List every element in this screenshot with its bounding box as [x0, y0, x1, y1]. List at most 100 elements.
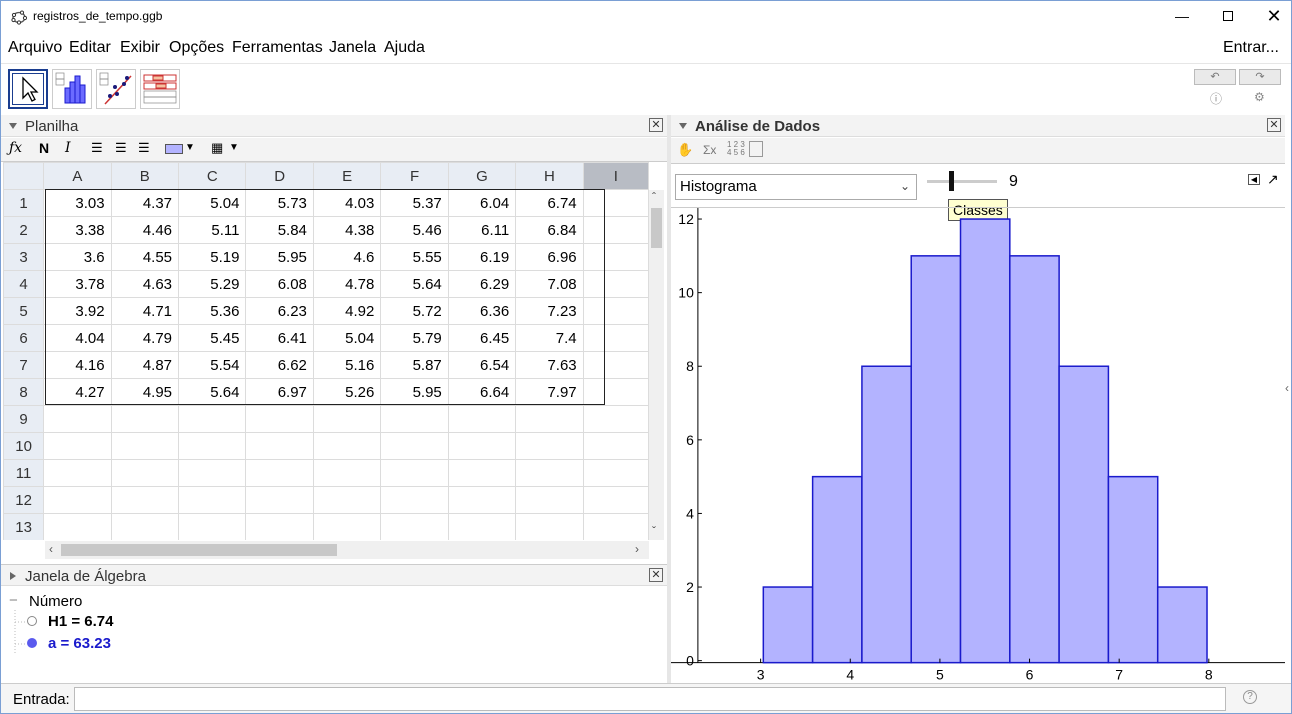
spreadsheet-cell[interactable]	[582, 189, 649, 217]
row-header[interactable]: 1	[3, 189, 45, 217]
row-header[interactable]: 5	[3, 297, 45, 325]
data-source-icon[interactable]: ✋	[677, 142, 693, 158]
spreadsheet-cell[interactable]: 5.36	[178, 297, 247, 325]
row-header[interactable]: 6	[3, 324, 45, 352]
spreadsheet-cell[interactable]	[43, 486, 112, 514]
spreadsheet-cell[interactable]: 6.74	[515, 189, 584, 217]
spreadsheet-cell[interactable]	[245, 513, 314, 540]
spreadsheet-cell[interactable]: 3.38	[43, 216, 112, 244]
scroll-up-icon[interactable]: ˆ	[652, 190, 656, 204]
spreadsheet-cell[interactable]	[515, 513, 584, 540]
vertical-scrollbar[interactable]: ˆ ˇ	[649, 190, 664, 540]
spreadsheet-cell[interactable]: 6.11	[447, 216, 517, 244]
side-panel-arrow-icon[interactable]: ‹	[1285, 381, 1289, 395]
spreadsheet-cell[interactable]: 5.29	[178, 270, 247, 298]
scroll-right-icon[interactable]: ›	[635, 542, 639, 556]
spreadsheet-cell[interactable]: 5.37	[380, 189, 449, 217]
spreadsheet-cell[interactable]	[380, 432, 449, 460]
menu-exibir[interactable]: Exibir	[120, 39, 160, 57]
spreadsheet-cell[interactable]: 6.36	[447, 297, 517, 325]
algebra-item-a[interactable]: a = 63.23	[48, 635, 111, 652]
spreadsheet-cell[interactable]: 4.71	[110, 297, 180, 325]
spreadsheet-cell[interactable]: 4.37	[110, 189, 180, 217]
column-header[interactable]: H	[515, 162, 584, 190]
menu-editar[interactable]: Editar	[69, 39, 111, 57]
spreadsheet-cell[interactable]: 5.64	[380, 270, 449, 298]
align-right-icon[interactable]: ☰	[138, 140, 150, 156]
spreadsheet-cell[interactable]	[178, 486, 247, 514]
spreadsheet-cell[interactable]: 5.84	[245, 216, 314, 244]
classes-slider-handle[interactable]	[949, 171, 954, 191]
row-header[interactable]: 2	[3, 216, 45, 244]
spreadsheet-cell[interactable]: 7.63	[515, 351, 584, 379]
spreadsheet-cell[interactable]: 7.97	[515, 378, 584, 406]
spreadsheet-cell[interactable]: 5.16	[312, 351, 382, 379]
close-button[interactable]: ✕	[1251, 1, 1292, 31]
spreadsheet-cell[interactable]	[110, 405, 180, 433]
statistics-sigma-icon[interactable]: Σx	[703, 143, 716, 157]
spreadsheet-cell[interactable]	[380, 459, 449, 487]
column-header[interactable]: F	[380, 162, 449, 190]
spreadsheet-cell[interactable]: 5.95	[245, 243, 314, 271]
border-icon[interactable]: ▦	[211, 140, 223, 156]
row-header[interactable]: 11	[3, 459, 45, 487]
expand-triangle-icon[interactable]	[10, 572, 16, 580]
row-header[interactable]: 13	[3, 513, 45, 540]
spreadsheet-cell[interactable]	[312, 459, 382, 487]
spreadsheet-cell[interactable]: 7.4	[515, 324, 584, 352]
spreadsheet-cell[interactable]	[582, 297, 649, 325]
corner-cell[interactable]	[3, 162, 45, 190]
spreadsheet-cell[interactable]: 5.79	[380, 324, 449, 352]
multi-variable-analysis-tool[interactable]	[140, 69, 180, 109]
spreadsheet-cell[interactable]: 5.04	[312, 324, 382, 352]
spreadsheet-cell[interactable]	[447, 405, 517, 433]
spreadsheet-cell[interactable]	[110, 486, 180, 514]
menu-opcoes[interactable]: Opções	[169, 39, 224, 57]
spreadsheet-cell[interactable]	[245, 486, 314, 514]
spreadsheet-cell[interactable]: 5.95	[380, 378, 449, 406]
sign-in-link[interactable]: Entrar...	[1223, 39, 1279, 57]
spreadsheet-cell[interactable]: 5.46	[380, 216, 449, 244]
spreadsheet-cell[interactable]: 4.46	[110, 216, 180, 244]
input-field[interactable]	[74, 687, 1226, 711]
spreadsheet-cell[interactable]: 5.19	[178, 243, 247, 271]
spreadsheet-cell[interactable]	[582, 513, 649, 540]
row-header[interactable]: 7	[3, 351, 45, 379]
spreadsheet-cell[interactable]	[43, 513, 112, 540]
close-algebra-button[interactable]: ✕	[649, 568, 663, 582]
algebra-item-h1[interactable]: H1 = 6.74	[48, 613, 113, 630]
close-analysis-button[interactable]: ✕	[1267, 118, 1281, 132]
spreadsheet-cell[interactable]: 6.97	[245, 378, 314, 406]
spreadsheet-cell[interactable]: 6.45	[447, 324, 517, 352]
spreadsheet-cell[interactable]	[178, 459, 247, 487]
classes-slider-track[interactable]	[927, 180, 997, 183]
gear-icon[interactable]: ⚙	[1254, 90, 1265, 104]
spreadsheet-cell[interactable]: 6.08	[245, 270, 314, 298]
chart-type-select[interactable]: Histograma ⌄	[675, 174, 917, 200]
menu-arquivo[interactable]: Arquivo	[8, 39, 62, 57]
scrollbar-thumb[interactable]	[61, 544, 337, 556]
column-header[interactable]: C	[178, 162, 247, 190]
export-icon[interactable]: ↗	[1267, 171, 1279, 188]
spreadsheet-cell[interactable]: 3.78	[43, 270, 112, 298]
spreadsheet-cell[interactable]	[515, 459, 584, 487]
column-header[interactable]: D	[245, 162, 314, 190]
collapse-triangle-icon[interactable]	[9, 123, 17, 129]
spreadsheet-cell[interactable]	[43, 459, 112, 487]
fill-color-icon[interactable]	[165, 144, 183, 154]
spreadsheet-cell[interactable]	[43, 405, 112, 433]
spreadsheet-cell[interactable]	[582, 324, 649, 352]
spreadsheet-cell[interactable]	[582, 486, 649, 514]
spreadsheet-cell[interactable]: 5.72	[380, 297, 449, 325]
spreadsheet-cell[interactable]	[582, 351, 649, 379]
spreadsheet-cell[interactable]	[582, 243, 649, 271]
align-center-icon[interactable]: ☰	[115, 140, 127, 156]
row-header[interactable]: 8	[3, 378, 45, 406]
row-header[interactable]: 4	[3, 270, 45, 298]
spreadsheet-cell[interactable]	[43, 432, 112, 460]
spreadsheet-cell[interactable]	[245, 459, 314, 487]
spreadsheet-cell[interactable]: 6.29	[447, 270, 517, 298]
spreadsheet-cell[interactable]: 6.19	[447, 243, 517, 271]
column-header[interactable]: G	[447, 162, 517, 190]
spreadsheet-cell[interactable]	[515, 486, 584, 514]
